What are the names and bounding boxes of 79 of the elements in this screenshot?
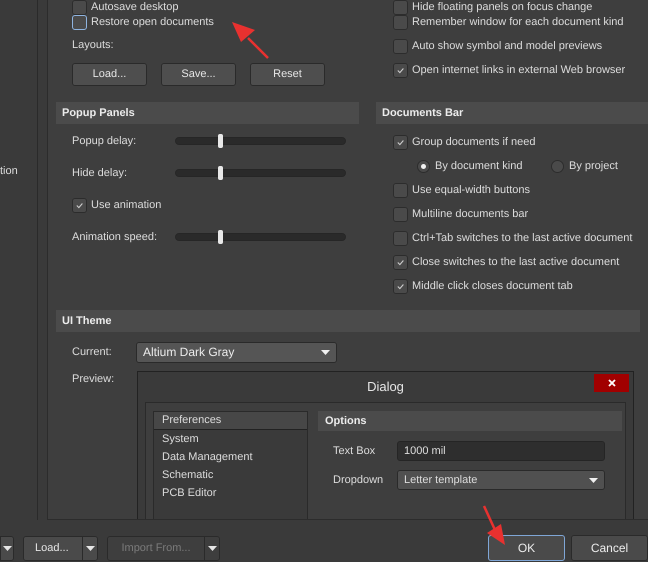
checkbox[interactable] [393,0,408,14]
slider-label: Hide delay: [72,166,128,181]
dialog-button[interactable]: OK [488,535,565,561]
radio-label: By project [569,158,618,174]
section-header: UI Theme [56,310,640,332]
checkbox-label: Multiline documents bar [412,206,528,222]
text-field[interactable]: 1000 mil [397,441,605,461]
button[interactable]: Load... [72,63,147,86]
list-item[interactable]: Data Management [154,448,307,466]
checkbox-label: Group documents if need [412,134,536,150]
checkmark-icon [396,66,405,74]
checkbox-label: Open internet links in external Web browser [412,62,626,78]
layouts-label: Layouts: [72,38,115,53]
button[interactable]: Reset [250,63,325,86]
split-button[interactable]: Load... [23,536,98,561]
radio-label: By document kind [435,158,522,174]
slider-label: Popup delay: [72,134,138,149]
slider-thumb[interactable] [218,134,224,148]
button[interactable]: Save... [161,63,236,86]
preview-label: Preview: [72,372,116,385]
slider-track[interactable] [175,169,346,177]
annotation-arrow [232,22,269,59]
caret-icon [2,546,12,551]
checkbox-label: Auto show symbol and model previews [412,38,602,54]
annotation-arrow [482,505,505,545]
checkbox[interactable] [393,278,408,294]
checkbox-label: Hide floating panels on focus change [412,0,592,15]
checkbox[interactable] [393,230,408,246]
checkmark-icon [396,258,405,266]
caret-icon [86,546,94,551]
checkmark-icon [75,200,84,210]
checkbox-label: Remember window for each document kind [412,14,624,30]
list-item[interactable]: Schematic [154,466,307,484]
dropdown[interactable]: Letter template [397,470,605,490]
close-button[interactable] [594,374,629,392]
theme-dropdown[interactable]: Altium Dark Gray [136,342,337,362]
dropdown-button[interactable] [0,536,14,561]
checkbox-label: Middle click closes document tab [412,278,573,294]
current-label: Current: [72,344,113,360]
checkmark-icon [396,282,405,290]
field-label: Dropdown [333,472,384,488]
dialog-title: Dialog [367,378,404,396]
checkbox[interactable] [393,14,408,30]
radio-button[interactable] [417,160,430,172]
dialog-button[interactable]: Cancel [571,535,648,561]
checkbox-label: Close switches to the last active document [412,254,620,270]
sidebar-item[interactable]: tion [0,163,18,180]
checkbox[interactable] [393,134,408,150]
checkbox[interactable] [72,198,87,212]
caret-icon [208,546,216,551]
checkbox[interactable] [72,0,87,14]
checkmark-icon [396,138,405,146]
close-icon [608,379,616,387]
section-header: Popup Panels [56,102,359,124]
slider-track[interactable] [175,137,346,145]
checkbox-label: Ctrl+Tab switches to the last active document [412,230,632,246]
section-header: Documents Bar [376,102,648,124]
checkbox-label: Restore open documents [91,14,214,30]
slider-thumb[interactable] [218,230,224,244]
slider-label: Animation speed: [72,230,158,245]
caret-icon [589,478,598,482]
checkbox[interactable] [393,254,408,270]
checkbox-label: Use animation [91,198,162,213]
radio-button[interactable] [551,160,564,172]
checkbox-label: Autosave desktop [91,0,178,15]
section-header: Options [318,411,622,431]
slider-thumb[interactable] [218,166,224,180]
caret-icon [321,350,330,354]
list-item[interactable]: PCB Editor [154,484,307,502]
checkbox[interactable] [393,206,408,222]
list-item[interactable]: Preferences [154,412,307,430]
field-label: Text Box [333,444,376,459]
checkbox[interactable] [393,38,408,54]
checkbox[interactable] [72,14,87,30]
checkbox[interactable] [393,182,408,198]
list-item[interactable]: System [154,430,307,448]
checkbox[interactable] [393,62,408,78]
checkbox-label: Use equal-width buttons [412,182,530,198]
slider-track[interactable] [175,233,346,241]
